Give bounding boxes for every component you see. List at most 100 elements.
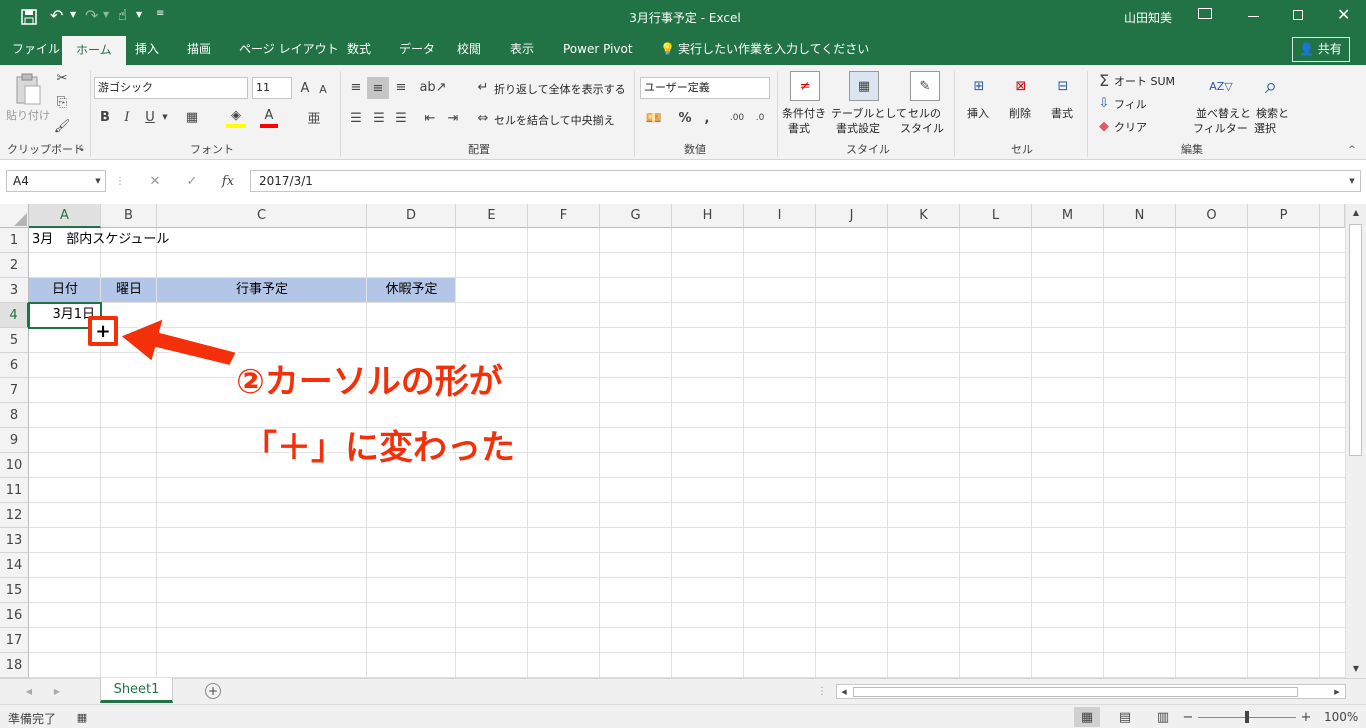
italic-button[interactable]: I	[119, 107, 135, 127]
fill-color-icon[interactable]: ◈	[226, 106, 246, 128]
row-header-7[interactable]: 7	[0, 378, 29, 403]
underline-dropdown-icon[interactable]: ▼	[160, 111, 170, 123]
decrease-decimal-icon[interactable]: .0	[750, 108, 770, 128]
decrease-indent-icon[interactable]: ⇤	[420, 108, 440, 128]
zoom-slider[interactable]	[1198, 711, 1296, 723]
col-header-j[interactable]: J	[816, 204, 888, 228]
scroll-up-icon[interactable]: ▲	[1350, 206, 1362, 218]
percent-icon[interactable]: %	[676, 108, 694, 128]
worksheet-grid[interactable]: A B C D E F G H I J K L M N O P 1 2 3 4 …	[0, 204, 1345, 678]
underline-button[interactable]: U	[142, 107, 158, 127]
tab-review[interactable]: 校閲	[457, 34, 481, 65]
collapse-ribbon-icon[interactable]: ^	[1346, 145, 1358, 155]
tab-home[interactable]: ホーム	[62, 36, 126, 65]
format-cells-label[interactable]: 書式	[1051, 105, 1073, 121]
page-break-view-icon[interactable]: ▥	[1152, 707, 1174, 727]
border-icon[interactable]: ▦	[184, 107, 200, 127]
paste-icon[interactable]	[13, 73, 43, 107]
col-header-d[interactable]: D	[367, 204, 456, 228]
hsplit-icon[interactable]: ⋮	[817, 684, 827, 698]
user-name[interactable]: 山田知美	[1124, 9, 1172, 26]
autosum-icon[interactable]: Σ	[1096, 71, 1112, 90]
prev-sheet-icon[interactable]: ◀	[24, 685, 34, 697]
macro-record-icon[interactable]: ▦	[74, 709, 90, 725]
row-header-4[interactable]: 4	[0, 303, 29, 328]
col-header-i[interactable]: I	[744, 204, 816, 228]
format-as-table-label-1[interactable]: テーブルとして	[831, 105, 907, 121]
format-as-table-icon[interactable]: ▦	[849, 71, 879, 101]
comma-icon[interactable]: ,	[700, 108, 714, 128]
row-header-11[interactable]: 11	[0, 478, 29, 503]
ribbon-display-icon[interactable]	[1198, 8, 1212, 19]
conditional-format-label-2[interactable]: 書式	[788, 120, 810, 136]
sheet-tab-sheet1[interactable]: Sheet1	[100, 678, 173, 703]
zoom-level[interactable]: 100%	[1324, 710, 1358, 724]
name-box-dropdown-icon[interactable]: ▼	[92, 174, 104, 188]
col-header-b[interactable]: B	[101, 204, 157, 228]
share-button[interactable]: 👤 共有	[1292, 37, 1350, 62]
fill-button[interactable]: フィル	[1114, 96, 1147, 112]
zoom-slider-thumb[interactable]	[1245, 711, 1249, 723]
fill-icon[interactable]: ⇩	[1096, 94, 1112, 112]
conditional-format-icon[interactable]: ≠	[790, 71, 820, 101]
vertical-scrollbar[interactable]: ▲ ▼	[1345, 204, 1366, 678]
conditional-format-label-1[interactable]: 条件付き	[782, 105, 826, 121]
align-center-icon[interactable]: ☰	[369, 108, 389, 128]
cell-d3[interactable]: 休暇予定	[367, 278, 456, 302]
phonetic-icon[interactable]: 亜	[304, 107, 324, 127]
row-header-14[interactable]: 14	[0, 553, 29, 578]
row-header-10[interactable]: 10	[0, 453, 29, 478]
tell-me-box[interactable]: 実行したい作業を入力してください	[678, 34, 869, 65]
sort-filter-label-1[interactable]: 並べ替えと	[1196, 105, 1251, 121]
cut-icon[interactable]: ✂	[52, 69, 72, 87]
normal-view-icon[interactable]: ▦	[1074, 707, 1100, 727]
find-select-label-2[interactable]: 選択	[1254, 120, 1276, 136]
col-header-m[interactable]: M	[1032, 204, 1104, 228]
orientation-icon[interactable]: ab↗	[419, 77, 446, 97]
currency-icon[interactable]: 💴	[640, 108, 668, 128]
font-size-select[interactable]: 11	[252, 77, 292, 99]
horizontal-scrollbar[interactable]: ◀ ▶	[836, 684, 1346, 699]
row-header-13[interactable]: 13	[0, 528, 29, 553]
redo-dropdown-icon[interactable]: ▼	[103, 10, 109, 19]
cell-styles-label-1[interactable]: セルの	[908, 105, 941, 121]
delete-cells-label[interactable]: 削除	[1009, 105, 1031, 121]
font-color-icon[interactable]: A	[260, 106, 278, 128]
align-left-icon[interactable]: ☰	[346, 108, 366, 128]
col-header-c[interactable]: C	[157, 204, 367, 228]
col-header-e[interactable]: E	[456, 204, 528, 228]
row-header-5[interactable]: 5	[0, 328, 29, 353]
cell-a3[interactable]: 日付	[29, 278, 101, 302]
scroll-thumb[interactable]	[1349, 224, 1362, 456]
col-header-l[interactable]: L	[960, 204, 1032, 228]
tab-file[interactable]: ファイル	[12, 34, 60, 65]
row-header-9[interactable]: 9	[0, 428, 29, 453]
col-header-n[interactable]: N	[1104, 204, 1176, 228]
restore-icon[interactable]	[1293, 10, 1303, 20]
align-right-icon[interactable]: ☰	[391, 108, 411, 128]
row-header-1[interactable]: 1	[0, 228, 29, 253]
page-layout-view-icon[interactable]: ▤	[1114, 707, 1136, 727]
cancel-icon[interactable]: ✕	[145, 172, 165, 190]
wrap-text-icon[interactable]: ↵	[475, 78, 491, 96]
bold-button[interactable]: B	[97, 107, 113, 127]
clear-button[interactable]: クリア	[1114, 119, 1147, 135]
increase-decimal-icon[interactable]: .00	[727, 108, 747, 128]
touch-dropdown-icon[interactable]: ▼	[136, 10, 142, 19]
col-header-a[interactable]: A	[29, 204, 101, 228]
find-select-icon[interactable]: ⌕	[1256, 71, 1286, 101]
zoom-out-icon[interactable]: −	[1182, 708, 1194, 726]
insert-function-icon[interactable]: fx	[218, 172, 238, 190]
save-icon[interactable]	[20, 8, 38, 26]
format-as-table-label-2[interactable]: 書式設定	[836, 120, 880, 136]
col-header-p[interactable]: P	[1248, 204, 1320, 228]
row-header-8[interactable]: 8	[0, 403, 29, 428]
tab-formulas[interactable]: 数式	[347, 34, 371, 65]
row-header-17[interactable]: 17	[0, 628, 29, 653]
cell-b3[interactable]: 曜日	[101, 278, 157, 302]
autosum-button[interactable]: オート SUM	[1114, 73, 1175, 89]
number-format-select[interactable]: ユーザー定義	[640, 77, 770, 99]
zoom-in-icon[interactable]: +	[1300, 708, 1312, 726]
dialog-launcher-icon[interactable]: ↘	[77, 144, 85, 153]
row-header-6[interactable]: 6	[0, 353, 29, 378]
